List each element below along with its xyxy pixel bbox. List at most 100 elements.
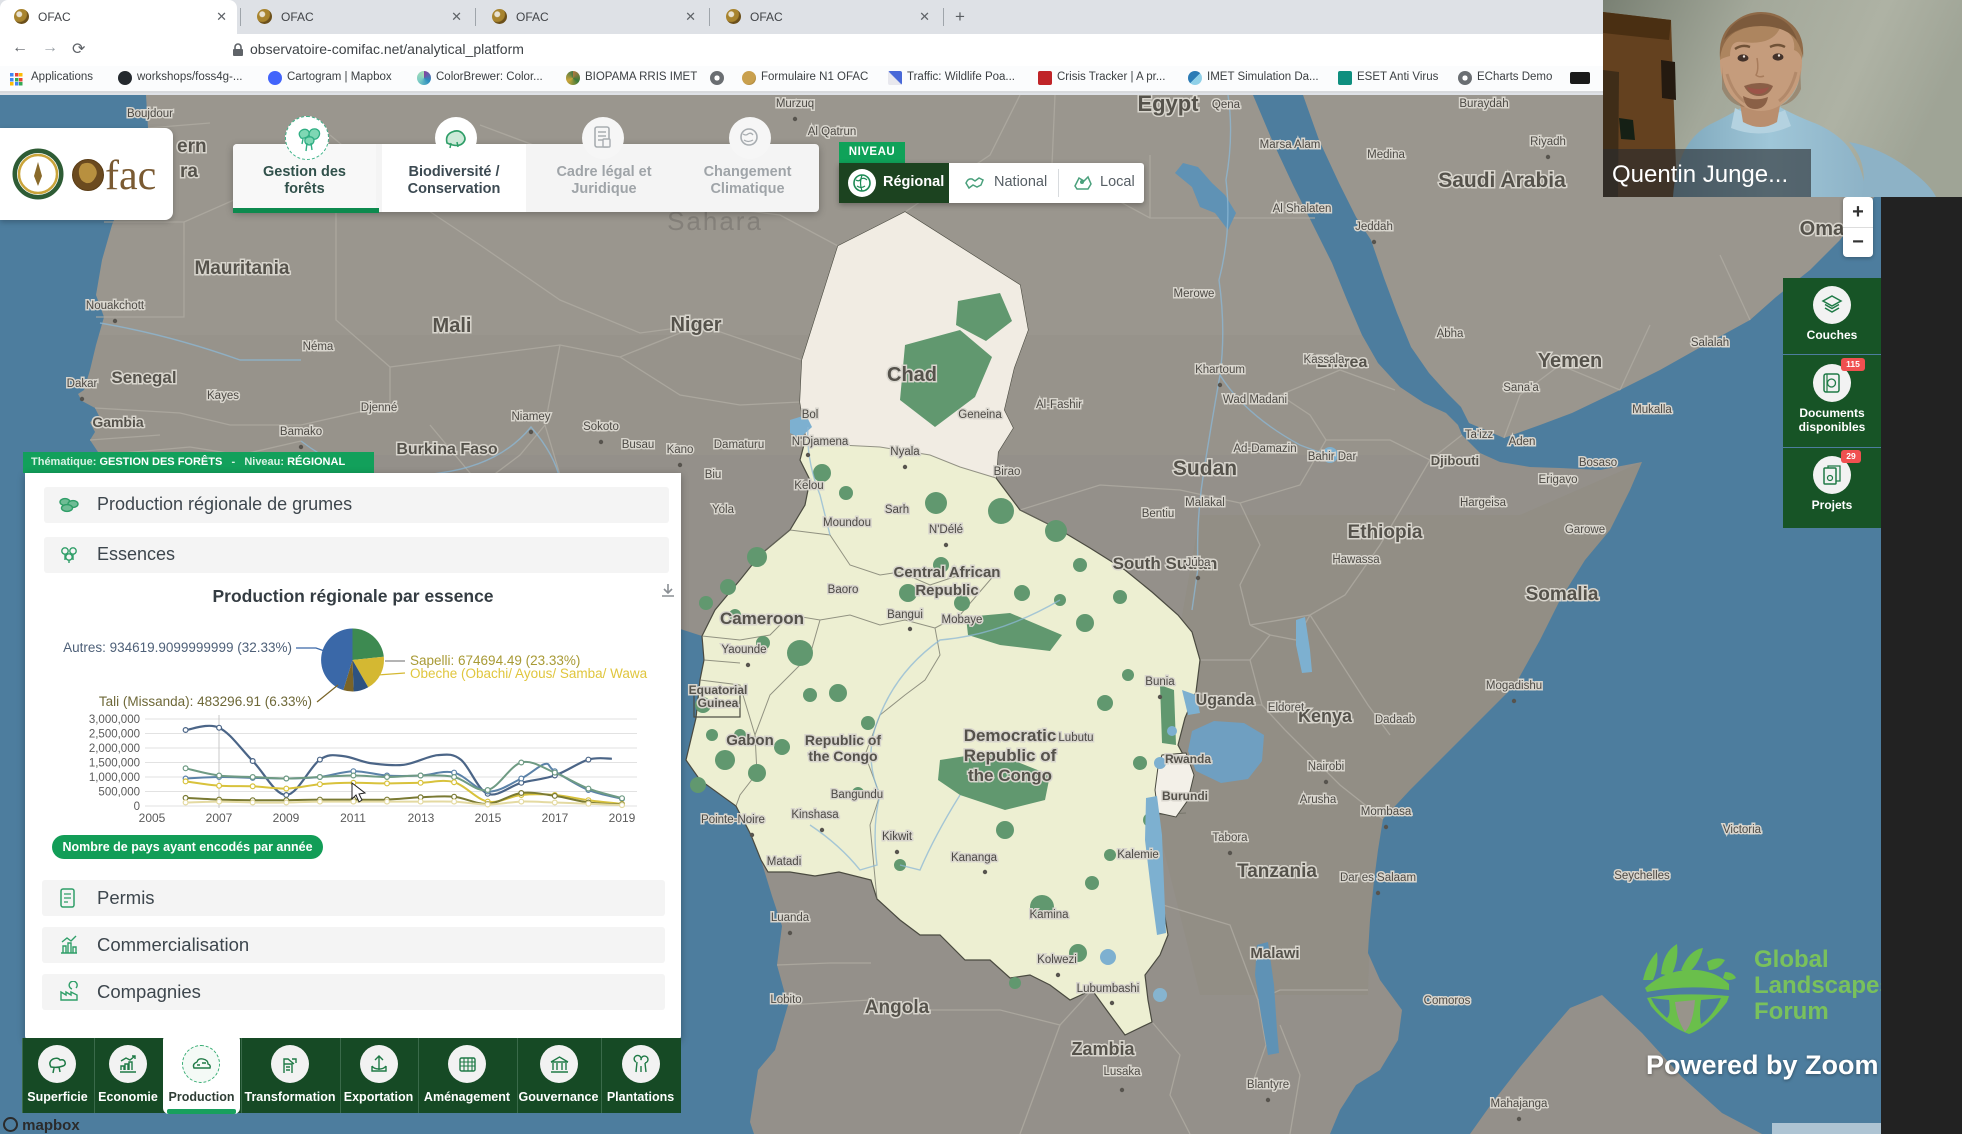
svg-text:Riyadh: Riyadh xyxy=(1530,136,1566,148)
svg-text:Bentiu: Bentiu xyxy=(1142,508,1175,520)
svg-text:Bamako: Bamako xyxy=(280,426,322,438)
svg-text:Baoro: Baoro xyxy=(828,584,859,596)
svg-text:Jeddah: Jeddah xyxy=(1355,221,1393,233)
svg-text:Kenya: Kenya xyxy=(1298,706,1353,726)
svg-text:Bosaso: Bosaso xyxy=(1579,457,1617,469)
svg-text:Malawi: Malawi xyxy=(1250,945,1299,962)
svg-text:3,000,000: 3,000,000 xyxy=(89,714,140,726)
svg-text:Wad Madani: Wad Madani xyxy=(1223,394,1287,406)
svg-text:Hawassa: Hawassa xyxy=(1332,554,1380,566)
svg-text:Qena: Qena xyxy=(1212,99,1241,111)
svg-text:2,000,000: 2,000,000 xyxy=(89,743,140,755)
svg-text:2007: 2007 xyxy=(206,811,233,825)
svg-text:Sudan: Sudan xyxy=(1173,457,1237,480)
svg-text:Medina: Medina xyxy=(1367,149,1405,161)
svg-text:Rwanda: Rwanda xyxy=(1165,752,1211,766)
svg-text:Comoros: Comoros xyxy=(1424,995,1471,1007)
svg-text:Kolwezi: Kolwezi xyxy=(1037,954,1077,966)
svg-text:Republic: Republic xyxy=(915,582,978,599)
svg-text:Moundou: Moundou xyxy=(823,517,871,529)
svg-text:Bunia: Bunia xyxy=(1145,676,1175,688)
svg-text:2,500,000: 2,500,000 xyxy=(89,729,140,741)
svg-text:Autres: 934619.9099999999 (32.: Autres: 934619.9099999999 (32.33%) xyxy=(63,640,292,655)
svg-text:Abha: Abha xyxy=(1437,328,1464,340)
svg-text:Nyala: Nyala xyxy=(890,446,920,458)
svg-text:Djenné: Djenné xyxy=(361,402,397,414)
svg-text:N'Djamena: N'Djamena xyxy=(792,436,849,448)
svg-text:Murzuq: Murzuq xyxy=(776,98,814,110)
svg-text:Birao: Birao xyxy=(994,466,1021,478)
svg-text:Marsa Alam: Marsa Alam xyxy=(1260,139,1321,151)
svg-text:Kinshasa: Kinshasa xyxy=(791,809,839,821)
svg-text:Republic of: Republic of xyxy=(964,746,1057,765)
svg-text:Al Qatrun: Al Qatrun xyxy=(808,126,857,138)
svg-text:Dakar: Dakar xyxy=(67,378,98,390)
svg-text:Ta'izz: Ta'izz xyxy=(1465,429,1494,441)
svg-text:Republic of: Republic of xyxy=(805,732,882,748)
svg-text:Seychelles: Seychelles xyxy=(1614,870,1670,882)
svg-text:Sana'a: Sana'a xyxy=(1503,382,1539,394)
svg-text:Somalia: Somalia xyxy=(1526,584,1599,605)
svg-text:Garowe: Garowe xyxy=(1565,524,1605,536)
svg-text:Nouakchott: Nouakchott xyxy=(86,300,145,312)
svg-text:Nairobi: Nairobi xyxy=(1308,761,1344,773)
svg-text:Kikwit: Kikwit xyxy=(882,831,913,843)
svg-text:Bangui: Bangui xyxy=(887,609,923,621)
svg-text:fac: fac xyxy=(105,153,156,198)
svg-text:1,500,000: 1,500,000 xyxy=(89,758,140,770)
svg-text:Kano: Kano xyxy=(667,444,694,456)
svg-text:Bangundu: Bangundu xyxy=(831,789,883,801)
svg-text:Sarh: Sarh xyxy=(885,504,909,516)
svg-text:Zambia: Zambia xyxy=(1071,1039,1135,1059)
svg-text:Tabora: Tabora xyxy=(1212,832,1248,844)
svg-text:Mali: Mali xyxy=(433,315,472,337)
svg-text:Niger: Niger xyxy=(670,314,721,336)
svg-text:Djibouti: Djibouti xyxy=(1431,453,1479,468)
svg-text:Burundi: Burundi xyxy=(1162,789,1208,803)
svg-text:1,000,000: 1,000,000 xyxy=(89,772,140,784)
svg-text:Lusaka: Lusaka xyxy=(1103,1066,1141,1078)
svg-text:Al-Fashir: Al-Fashir xyxy=(1036,399,1082,411)
svg-text:Obeche (Obachi/ Ayous/ Samba/: Obeche (Obachi/ Ayous/ Samba/ Wawa xyxy=(410,666,648,681)
svg-text:Juba: Juba xyxy=(1186,557,1212,569)
svg-text:Niamey: Niamey xyxy=(512,411,551,423)
svg-text:Yemen: Yemen xyxy=(1538,350,1602,372)
svg-text:Mahajanga: Mahajanga xyxy=(1491,1098,1549,1110)
svg-text:2013: 2013 xyxy=(408,811,435,825)
svg-text:Geneina: Geneina xyxy=(958,409,1002,421)
svg-text:Lubumbashi: Lubumbashi xyxy=(1077,983,1140,995)
svg-text:Néma: Néma xyxy=(303,341,334,353)
svg-text:Kalemie: Kalemie xyxy=(1117,849,1159,861)
svg-text:Arusha: Arusha xyxy=(1300,794,1337,806)
svg-text:Lobito: Lobito xyxy=(770,994,801,1006)
svg-text:Ad-Damazin: Ad-Damazin xyxy=(1233,443,1296,455)
svg-text:Democratic: Democratic xyxy=(964,726,1057,745)
svg-text:Merowe: Merowe xyxy=(1174,288,1215,300)
svg-text:the Congo: the Congo xyxy=(968,766,1052,785)
svg-text:Kayes: Kayes xyxy=(207,390,239,402)
svg-text:Central African: Central African xyxy=(894,564,1001,581)
svg-text:Luanda: Luanda xyxy=(771,912,810,924)
svg-text:Guinea: Guinea xyxy=(698,696,739,710)
svg-text:2005: 2005 xyxy=(139,811,166,825)
svg-text:Kassala: Kassala xyxy=(1304,354,1346,366)
svg-text:Kamina: Kamina xyxy=(1030,909,1070,921)
svg-text:Aden: Aden xyxy=(1509,436,1536,448)
svg-text:Gabon: Gabon xyxy=(726,732,774,749)
svg-text:Mogadishu: Mogadishu xyxy=(1486,680,1542,692)
svg-text:Burkina Faso: Burkina Faso xyxy=(396,441,498,458)
svg-text:500,000: 500,000 xyxy=(98,787,140,799)
svg-text:Tali (Missanda): 483296.91 (6.: Tali (Missanda): 483296.91 (6.33%) xyxy=(99,694,312,709)
svg-text:Cameroon: Cameroon xyxy=(720,609,804,628)
svg-text:Malakal: Malakal xyxy=(1185,497,1225,509)
svg-text:Uganda: Uganda xyxy=(1196,692,1255,709)
svg-text:Bahir Dar: Bahir Dar xyxy=(1308,451,1357,463)
svg-text:Egypt: Egypt xyxy=(1137,95,1199,116)
svg-text:Damaturu: Damaturu xyxy=(714,439,765,451)
svg-text:Salalah: Salalah xyxy=(1691,337,1729,349)
svg-text:the Congo: the Congo xyxy=(808,748,877,764)
svg-text:2017: 2017 xyxy=(542,811,569,825)
svg-text:Mombasa: Mombasa xyxy=(1361,806,1412,818)
svg-text:Lubutu: Lubutu xyxy=(1058,732,1093,744)
svg-text:Boujdour: Boujdour xyxy=(127,108,173,120)
